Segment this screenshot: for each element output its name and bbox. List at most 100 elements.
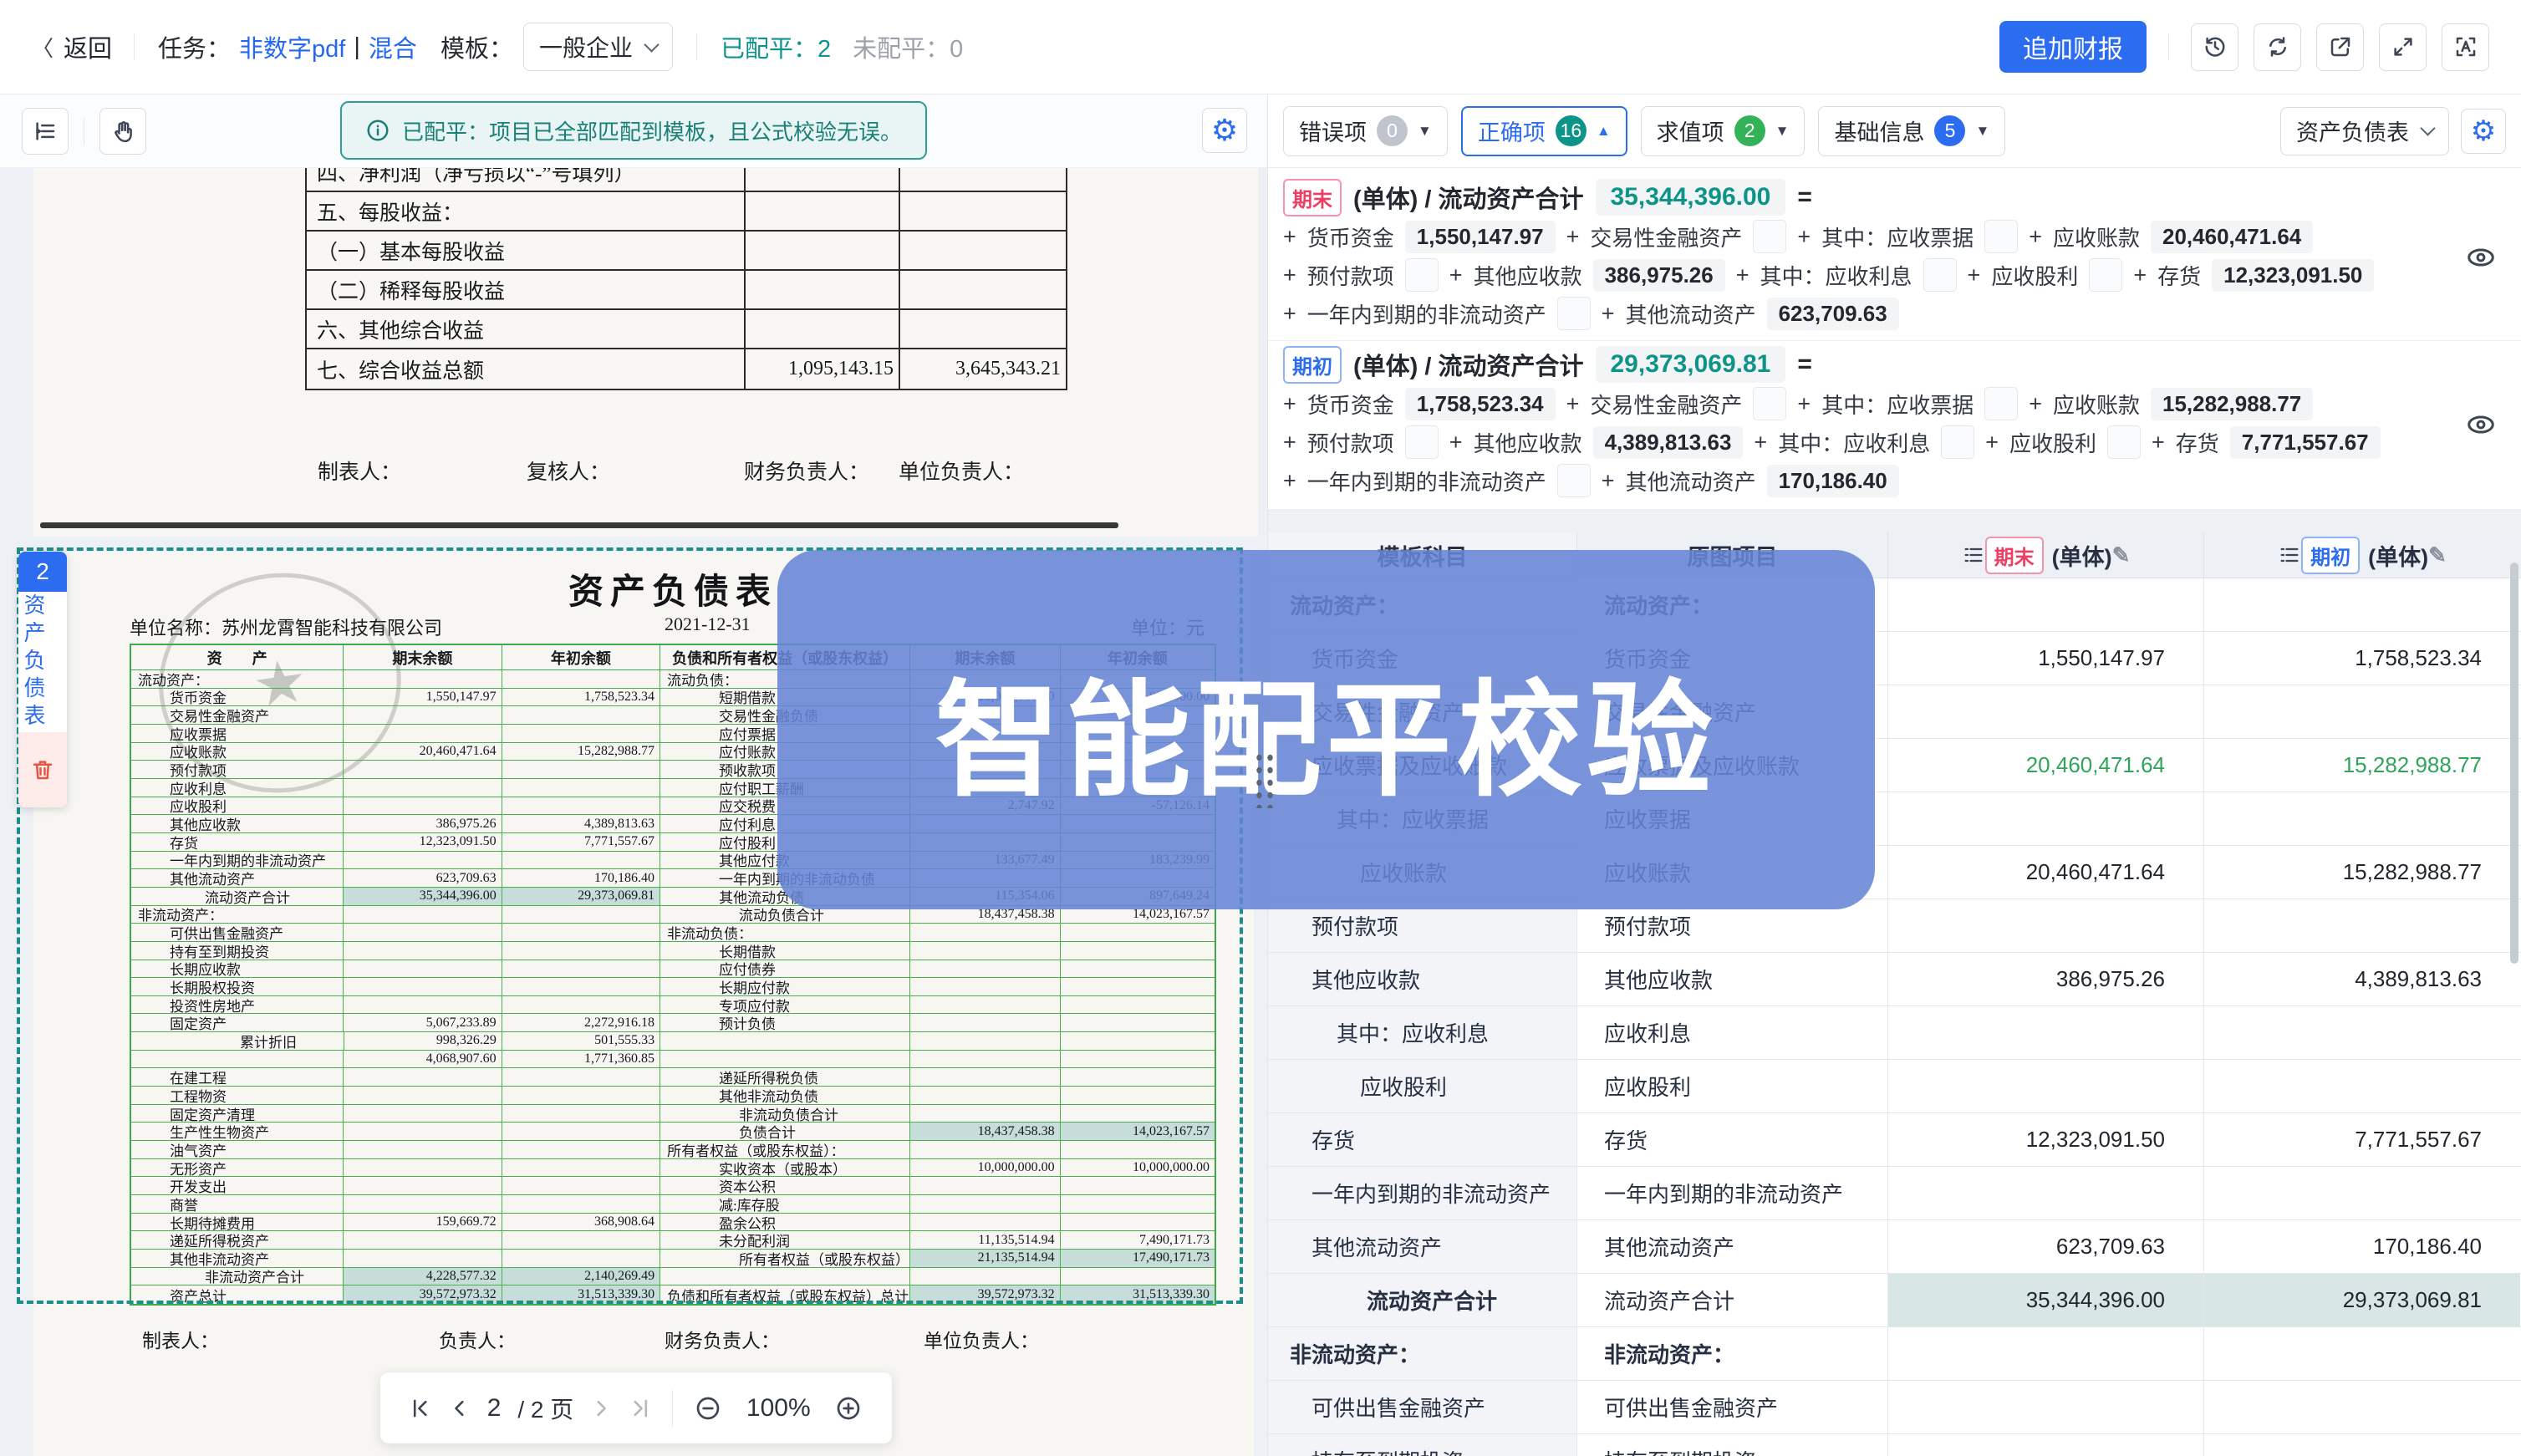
pdf-viewer[interactable]: 四、净利润（净亏损以“-”号填列）五、每股收益：（一）基本每股收益（二）稀释每股…: [0, 168, 1267, 1456]
formula-settings-gear-icon[interactable]: ⚙: [2461, 109, 2506, 154]
begin-value-cell[interactable]: 15,282,988.77: [2204, 846, 2520, 899]
page-tab[interactable]: 2 资产负债表: [18, 552, 67, 807]
formula-term-value[interactable]: 1,758,523.34: [1405, 388, 1556, 420]
formula-term-value[interactable]: [1941, 425, 1974, 459]
begin-value-cell[interactable]: 4,389,813.63: [2204, 953, 2520, 1005]
outline-panel-icon[interactable]: [22, 108, 69, 155]
formula-term-value[interactable]: 15,282,988.77: [2151, 388, 2313, 420]
begin-value-cell[interactable]: 1,758,523.34: [2204, 632, 2520, 685]
formula-term-value[interactable]: 1,550,147.97: [1405, 221, 1556, 253]
formula-term-value[interactable]: [2089, 258, 2122, 292]
end-value-cell[interactable]: [1888, 1167, 2204, 1219]
formula-term-value[interactable]: [1984, 387, 2018, 420]
end-value-cell[interactable]: [1888, 1327, 2204, 1380]
formula-term-value[interactable]: [1405, 258, 1439, 292]
fullscreen-icon[interactable]: [2379, 23, 2427, 71]
formula-term-value[interactable]: [1923, 258, 1957, 292]
pdf-toolbar: 已配平：项目已全部匹配到模板，且公式校验无误。 ⚙: [0, 94, 1267, 168]
end-value-cell[interactable]: [1888, 899, 2204, 952]
end-value-cell[interactable]: [1888, 1006, 2204, 1059]
task-type[interactable]: 非数字pdf: [239, 29, 345, 64]
prev-page-button[interactable]: [449, 1397, 471, 1419]
formula-term-value[interactable]: 20,460,471.64: [2151, 221, 2313, 253]
formula-term-value[interactable]: [1557, 297, 1591, 330]
end-value-cell[interactable]: [1888, 685, 2204, 738]
begin-value-cell[interactable]: [2204, 1167, 2520, 1219]
first-page-button[interactable]: [410, 1397, 432, 1419]
formula-term-value[interactable]: [1557, 464, 1591, 497]
zoom-in-button[interactable]: [835, 1395, 862, 1422]
end-value-cell[interactable]: [1888, 1060, 2204, 1112]
liability-label: [660, 1268, 910, 1285]
begin-value-cell[interactable]: [2204, 1060, 2520, 1112]
preview-eye-icon[interactable]: [2466, 247, 2496, 268]
text-recognition-icon[interactable]: [2442, 23, 2489, 71]
end-value-cell[interactable]: 20,460,471.64: [1888, 739, 2204, 792]
end-value-cell[interactable]: 12,323,091.50: [1888, 1113, 2204, 1166]
zoom-out-button[interactable]: [695, 1395, 721, 1422]
begin-value-cell[interactable]: [2204, 1381, 2520, 1433]
end-value-cell[interactable]: 623,709.63: [1888, 1220, 2204, 1273]
tab-基础信息[interactable]: 基础信息5▼: [1818, 106, 2005, 156]
auto-match-gear-icon[interactable]: ⚙: [1202, 108, 1247, 153]
last-page-button[interactable]: [629, 1397, 650, 1419]
begin-value-cell[interactable]: 29,373,069.81: [2204, 1274, 2520, 1326]
export-icon[interactable]: [2316, 23, 2364, 71]
end-value-cell[interactable]: [1888, 578, 2204, 631]
end-value-cell[interactable]: [1888, 792, 2204, 845]
end-value-cell[interactable]: [1888, 1381, 2204, 1433]
end-value-cell[interactable]: 386,975.26: [1888, 953, 2204, 1005]
task-mode[interactable]: 混合: [369, 29, 417, 64]
formula-term-value[interactable]: 12,323,091.50: [2212, 259, 2374, 292]
edit-column-icon[interactable]: ✎: [2428, 542, 2447, 568]
formula-term-value[interactable]: 386,975.26: [1593, 259, 1725, 292]
tab-正确项[interactable]: 正确项16▲: [1461, 106, 1627, 156]
column-list-icon[interactable]: [2278, 543, 2301, 567]
pdf-page-2-balance-sheet[interactable]: 资产负债表 单位名称：苏州龙霄智能科技有限公司 2021-12-31 单位：元 …: [33, 552, 1254, 1456]
formula-term-value[interactable]: 170,186.40: [1767, 465, 1899, 497]
begin-value-cell[interactable]: [2204, 1006, 2520, 1059]
refresh-icon[interactable]: [2254, 23, 2301, 71]
begin-value-cell[interactable]: [2204, 685, 2520, 738]
formula-term-value[interactable]: 7,771,557.67: [2230, 426, 2381, 459]
begin-value-cell[interactable]: [2204, 1434, 2520, 1456]
formula-term-value[interactable]: [1753, 220, 1786, 253]
template-select[interactable]: 一般企业: [523, 23, 673, 71]
begin-value-cell[interactable]: [2204, 578, 2520, 631]
formula-term-value[interactable]: [1984, 220, 2018, 253]
begin-value-cell[interactable]: [2204, 1327, 2520, 1380]
formula-total-value[interactable]: 35,344,396.00: [1596, 179, 1786, 216]
formula-term-value[interactable]: 4,389,813.63: [1593, 426, 1744, 459]
sheet-selector[interactable]: 资产负债表: [2280, 107, 2449, 155]
scrollbar-thumb[interactable]: [2510, 563, 2518, 964]
template-subject-cell: 货币资金: [1268, 632, 1577, 685]
tab-求值项[interactable]: 求值项2▼: [1641, 106, 1805, 156]
add-report-button[interactable]: 追加财报: [1999, 21, 2147, 73]
begin-value-cell[interactable]: [2204, 792, 2520, 845]
begin-value-cell[interactable]: 15,282,988.77: [2204, 739, 2520, 792]
end-value-cell[interactable]: 1,550,147.97: [1888, 632, 2204, 685]
preview-eye-icon[interactable]: [2466, 414, 2496, 435]
formula-term-value[interactable]: [2107, 425, 2141, 459]
begin-value-cell[interactable]: 7,771,557.67: [2204, 1113, 2520, 1166]
formula-term-value[interactable]: [1753, 387, 1786, 420]
column-list-icon[interactable]: [1962, 543, 1985, 567]
formula-term-value[interactable]: [1405, 425, 1439, 459]
back-button[interactable]: 〈 返回: [32, 29, 112, 64]
hand-tool-icon[interactable]: [99, 108, 146, 155]
formula-term-value[interactable]: 623,709.63: [1767, 298, 1899, 330]
page-number-input[interactable]: 2: [487, 1394, 502, 1423]
formula-total-value[interactable]: 29,373,069.81: [1596, 346, 1786, 383]
history-icon[interactable]: [2191, 23, 2238, 71]
page-tab-title[interactable]: 资产负债表: [18, 592, 49, 732]
begin-value-cell[interactable]: 170,186.40: [2204, 1220, 2520, 1273]
tab-错误项[interactable]: 错误项0▼: [1283, 106, 1448, 156]
end-value-cell[interactable]: [1888, 1434, 2204, 1456]
edit-column-icon[interactable]: ✎: [2112, 542, 2131, 568]
next-page-button[interactable]: [590, 1397, 612, 1419]
begin-value-cell[interactable]: [2204, 899, 2520, 952]
panel-splitter-handle[interactable]: [1251, 750, 1273, 808]
delete-page-button[interactable]: [18, 732, 67, 807]
end-value-cell[interactable]: 20,460,471.64: [1888, 846, 2204, 899]
end-value-cell[interactable]: 35,344,396.00: [1888, 1274, 2204, 1326]
